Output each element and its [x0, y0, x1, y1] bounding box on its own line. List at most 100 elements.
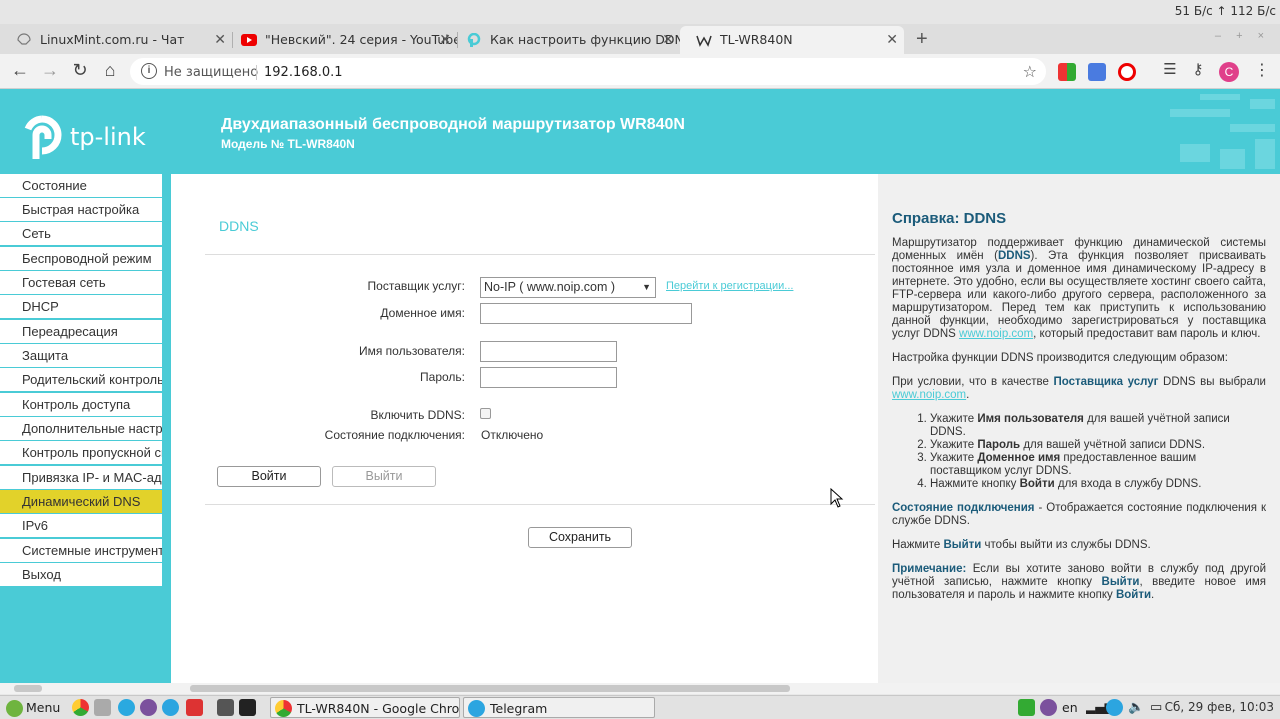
login-button[interactable]: Войти	[217, 466, 321, 487]
url-text[interactable]: 192.168.0.1	[264, 65, 343, 80]
update-tray-icon[interactable]	[1018, 699, 1035, 716]
menu-dots-icon[interactable]: ⋮	[1250, 60, 1274, 80]
menu-item-logout[interactable]: Выход	[0, 563, 162, 586]
username-label: Имя пользователя:	[358, 344, 465, 358]
username-input[interactable]	[480, 341, 617, 362]
tab-ddns-article[interactable]: Как настроить функцию DDNS ✕	[450, 26, 680, 54]
provider-select[interactable]: No-IP ( www.noip.com ) ▼	[480, 277, 656, 298]
close-icon[interactable]: ✕	[886, 26, 898, 54]
tab-router[interactable]: TL-WR840N ✕	[680, 26, 904, 54]
password-input[interactable]	[480, 367, 617, 388]
mint-menu-icon	[6, 700, 23, 717]
menu-item-bandwidth[interactable]: Контроль пропускной способности	[0, 441, 162, 464]
model-number: Модель № TL-WR840N	[221, 137, 355, 151]
brand-name: tp-link	[70, 123, 146, 151]
menu-item-dhcp[interactable]: DHCP	[0, 295, 162, 318]
viber-launcher-icon[interactable]	[140, 699, 157, 716]
tab-linuxmint[interactable]: LinuxMint.com.ru - Чат ✕	[0, 26, 232, 54]
security-label[interactable]: Не защищено	[164, 65, 258, 80]
save-button[interactable]: Сохранить	[528, 527, 632, 548]
menu-item-forwarding[interactable]: Переадресация	[0, 320, 162, 343]
back-arrow-icon[interactable]: ←	[8, 60, 32, 81]
files-launcher-icon[interactable]	[94, 699, 111, 716]
volume-icon[interactable]: 🔈	[1128, 697, 1144, 718]
tab-title: Как настроить функцию DDNS	[490, 32, 680, 47]
tab-youtube[interactable]: "Невский". 24 серия - YouTube ✕	[225, 26, 457, 54]
router-header: tp-link Двухдиапазонный беспроводной мар…	[0, 89, 1280, 174]
content-scroll-thumb[interactable]	[190, 685, 790, 692]
window-controls[interactable]: – + ×	[1215, 30, 1270, 42]
terminal-launcher-icon[interactable]	[239, 699, 256, 716]
help-paragraph: Нажмите Выйти чтобы выйти из службы DDNS…	[892, 539, 1151, 551]
opera-extension-icon[interactable]	[1118, 63, 1136, 81]
help-step: Укажите Имя пользователя для вашей учётн…	[930, 413, 1266, 439]
taskbar-window-chrome[interactable]: TL-WR840N - Google Chrome	[270, 697, 460, 718]
extension-apps-icon[interactable]	[1058, 63, 1076, 81]
start-menu-button[interactable]: Menu	[4, 697, 60, 718]
telegram-tray-icon[interactable]	[1106, 699, 1123, 716]
telegram-launcher-icon[interactable]	[162, 699, 179, 716]
tplink-logo: tp-link	[22, 111, 152, 161]
chrome-launcher-icon[interactable]	[72, 699, 89, 716]
keyboard-layout[interactable]: en	[1062, 697, 1078, 718]
menu-item-ddns[interactable]: Динамический DNS	[0, 490, 162, 513]
menu-item-wireless[interactable]: Беспроводной режим	[0, 247, 162, 270]
sidebar-menu: Состояние Быстрая настройка Сеть Беспров…	[0, 174, 171, 683]
home-icon[interactable]: ⌂	[98, 60, 122, 81]
noip-link[interactable]: www.noip.com	[892, 389, 966, 401]
chrome-icon	[275, 700, 292, 717]
address-bar[interactable]: i Не защищено 192.168.0.1 ☆	[130, 58, 1046, 85]
enable-ddns-checkbox[interactable]	[480, 408, 491, 419]
menu-item-network[interactable]: Сеть	[0, 222, 162, 245]
menu-item-ip-mac-binding[interactable]: Привязка IP- и MAC-адресов	[0, 466, 162, 489]
menu-item-advanced[interactable]: Дополнительные настройки	[0, 417, 162, 440]
forward-arrow-icon[interactable]: →	[38, 60, 62, 81]
horizontal-scrollbar[interactable]	[0, 683, 1280, 694]
battery-icon[interactable]: ▭	[1150, 697, 1162, 718]
skype-launcher-icon[interactable]	[118, 699, 135, 716]
mouse-cursor-icon	[830, 488, 844, 508]
reading-list-icon[interactable]: ☰	[1158, 60, 1182, 78]
bookmark-star-icon[interactable]: ☆	[1023, 62, 1037, 82]
info-icon[interactable]: i	[141, 63, 157, 79]
clock[interactable]: Сб, 29 фев, 10:03	[1165, 697, 1274, 718]
domain-name-input[interactable]	[480, 303, 692, 324]
menu-item-system-tools[interactable]: Системные инструменты	[0, 539, 162, 562]
help-paragraph: Примечание: Если вы хотите заново войти …	[892, 563, 1266, 601]
new-tab-button[interactable]: +	[916, 24, 928, 54]
close-icon[interactable]: ✕	[662, 26, 674, 54]
translate-extension-icon[interactable]	[1088, 63, 1106, 81]
viber-tray-icon[interactable]	[1040, 699, 1057, 716]
menu-item-security[interactable]: Защита	[0, 344, 162, 367]
register-link[interactable]: Перейти к регистрации...	[666, 280, 793, 292]
password-label: Пароль:	[420, 370, 465, 384]
help-paragraph: Настройка функции DDNS производится след…	[892, 352, 1228, 364]
sidebar-scroll-thumb[interactable]	[14, 685, 42, 692]
key-icon[interactable]: ⚷	[1186, 60, 1210, 78]
app-launcher-icon[interactable]	[186, 699, 203, 716]
help-title: Справка: DDNS	[892, 210, 1007, 227]
ddns-form: DDNS Поставщик услуг: No-IP ( www.noip.c…	[171, 174, 878, 683]
help-steps: Укажите Имя пользователя для вашей учётн…	[930, 413, 1266, 491]
tplink-favicon-icon	[467, 33, 481, 47]
menu-item-access-control[interactable]: Контроль доступа	[0, 393, 162, 416]
enable-ddns-label: Включить DDNS:	[370, 408, 466, 422]
window-title: TL-WR840N - Google Chrome	[297, 701, 460, 716]
page-title: Двухдиапазонный беспроводной маршрутизат…	[221, 116, 685, 133]
profile-avatar[interactable]: С	[1219, 62, 1239, 82]
menu-item-guest-network[interactable]: Гостевая сеть	[0, 271, 162, 294]
reload-icon[interactable]: ↻	[68, 60, 92, 81]
menu-item-ipv6[interactable]: IPv6	[0, 514, 162, 537]
menu-label: Menu	[26, 700, 61, 715]
domain-label: Доменное имя:	[380, 306, 465, 320]
dropdown-arrow-icon: ▼	[642, 282, 651, 292]
taskbar-window-telegram[interactable]: Telegram	[463, 697, 655, 718]
menu-item-parental-control[interactable]: Родительский контроль	[0, 368, 162, 391]
menu-item-status[interactable]: Состояние	[0, 174, 162, 197]
telegram-icon	[468, 700, 485, 717]
show-desktop-icon[interactable]	[217, 699, 234, 716]
logout-button[interactable]: Выйти	[332, 466, 436, 487]
menu-item-quick-setup[interactable]: Быстрая настройка	[0, 198, 162, 221]
tab-title: TL-WR840N	[720, 32, 793, 47]
noip-link[interactable]: www.noip.com	[959, 328, 1033, 340]
